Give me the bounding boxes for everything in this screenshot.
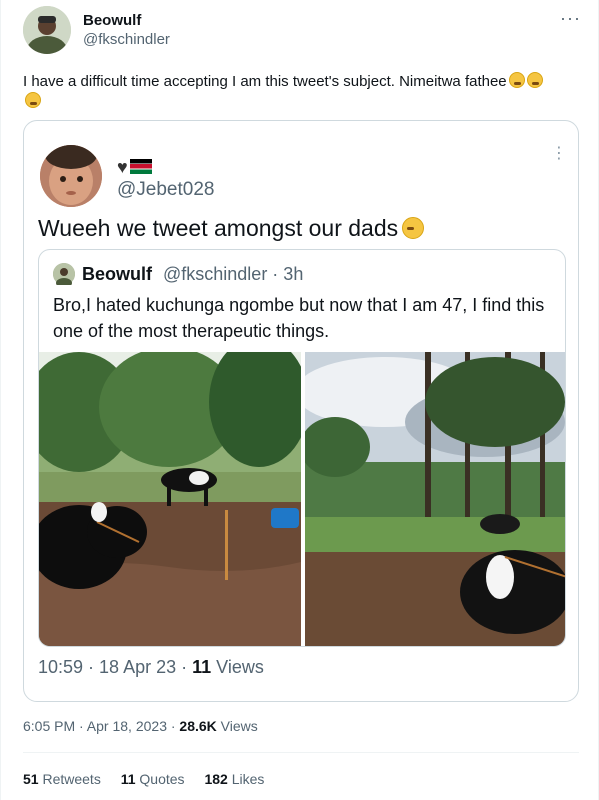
- quotes-count: 11: [120, 771, 136, 787]
- inner-author-avatar[interactable]: [53, 263, 75, 288]
- weary-face-emoji: [526, 72, 543, 88]
- more-options-icon[interactable]: ···: [560, 8, 581, 29]
- weary-face-emoji: [508, 72, 525, 88]
- author-avatar[interactable]: [23, 6, 71, 54]
- tweet-frame: Beowulf @fkschindler ··· I have a diffic…: [0, 0, 599, 800]
- likes-stat[interactable]: 182 Likes: [204, 771, 264, 787]
- tweet-text-content: I have a difficult time accepting I am t…: [23, 73, 507, 90]
- tweet-text: I have a difficult time accepting I am t…: [23, 72, 543, 112]
- quote-timestamp: 10:59 · 18 Apr 23 · 11 Views: [38, 657, 264, 678]
- kenya-flag-icon: [129, 159, 152, 174]
- author-name[interactable]: Beowulf: [83, 12, 141, 29]
- quoted-tweet-card[interactable]: ♥ @Jebet028 ⋮ Wueeh we tweet amongst our…: [23, 120, 579, 702]
- quote-views-label: Views: [211, 657, 264, 677]
- inner-author-name[interactable]: Beowulf: [82, 264, 152, 285]
- tweet-views-label: Views: [216, 718, 258, 734]
- quote-time-text[interactable]: 10:59 · 18 Apr 23 ·: [38, 657, 192, 677]
- retweets-label: Retweets: [38, 771, 101, 787]
- quote-text-content: Wueeh we tweet amongst our dads: [38, 215, 399, 241]
- weary-face-emoji: [25, 92, 41, 108]
- author-handle[interactable]: @fkschindler: [83, 31, 170, 48]
- cows-in-farm-yard-photo[interactable]: [39, 352, 301, 646]
- likes-count: 182: [204, 771, 228, 787]
- pleading-face-emoji: [402, 217, 425, 239]
- retweets-stat[interactable]: 51 Retweets: [23, 771, 101, 787]
- quotes-stat[interactable]: 11 Quotes: [121, 771, 185, 787]
- inner-author-handle[interactable]: @fkschindler · 3h: [163, 264, 303, 285]
- divider: [23, 752, 579, 753]
- quote-views-count: 11: [192, 657, 212, 677]
- quote-author-handle[interactable]: @Jebet028: [117, 179, 214, 201]
- quotes-label: Quotes: [135, 771, 185, 787]
- cow-resting-in-field-photo[interactable]: [305, 352, 565, 646]
- quote-author-avatar[interactable]: [40, 145, 102, 207]
- quote-more-icon[interactable]: ⋮: [551, 146, 567, 162]
- likes-label: Likes: [227, 771, 265, 787]
- tweet-timestamp[interactable]: 6:05 PM · Apr 18, 2023 ·: [23, 718, 179, 734]
- black-heart-icon: ♥: [117, 157, 128, 177]
- tweet-views-count: 28.6K: [179, 718, 217, 734]
- inner-quoted-tweet-card[interactable]: Beowulf @fkschindler · 3h Bro,I hated ku…: [38, 249, 566, 647]
- tweet-stats: 51 Retweets 11 Quotes 182 Likes: [23, 771, 280, 787]
- quote-author-badges: ♥: [117, 157, 152, 178]
- tweet-header: Beowulf @fkschindler ···: [23, 6, 583, 56]
- retweets-count: 51: [23, 771, 39, 787]
- inner-tweet-text: Bro,I hated kuchunga ngombe but now that…: [53, 295, 545, 341]
- tweet-meta: 6:05 PM · Apr 18, 2023 · 28.6K Views: [23, 718, 258, 734]
- quote-text: Wueeh we tweet amongst our dads: [38, 215, 425, 242]
